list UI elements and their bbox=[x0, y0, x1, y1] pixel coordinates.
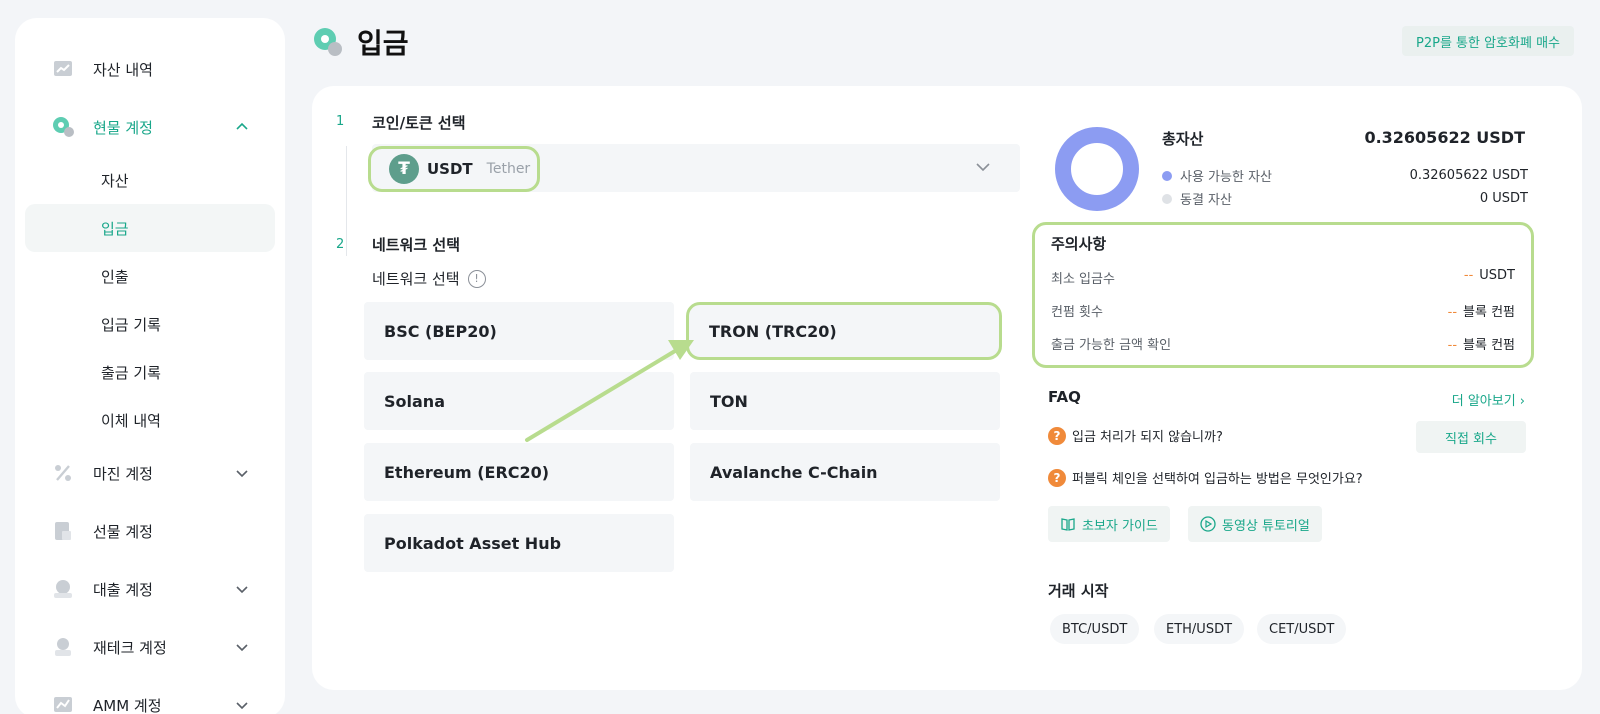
annotation-arrow bbox=[525, 340, 694, 442]
